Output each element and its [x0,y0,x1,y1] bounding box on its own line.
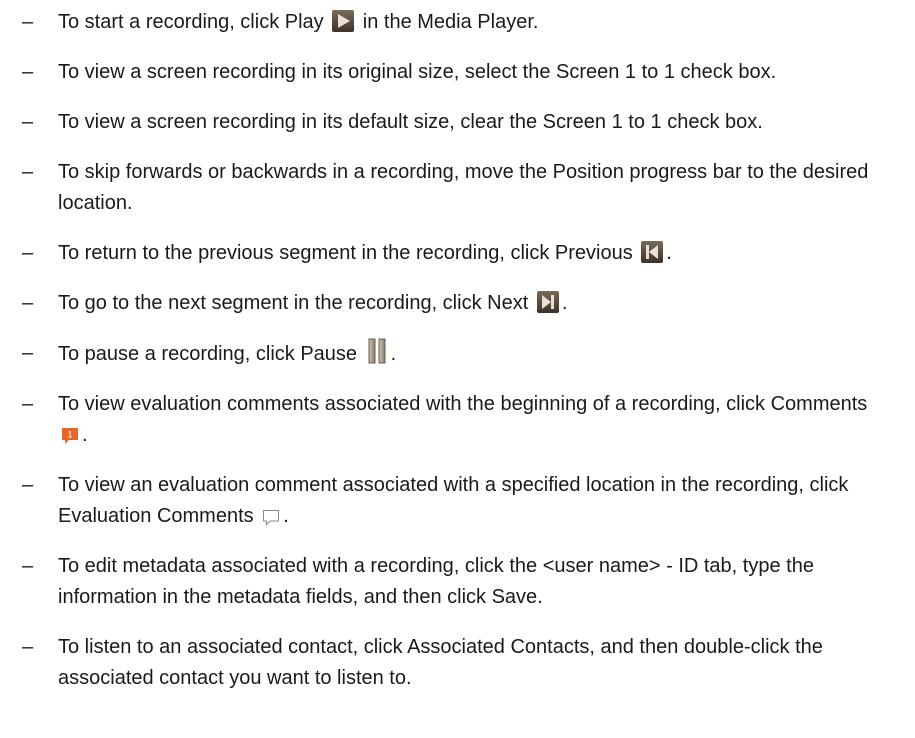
item-text-after: . [666,242,672,264]
list-bullet: – [22,242,34,264]
list-bullet: – [22,474,34,496]
list-item: – To listen to an associated contact, cl… [0,632,915,694]
item-text-before: To view evaluation comments associated w… [58,393,868,415]
list-item: – To go to the next segment in the recor… [0,288,915,319]
list-item: – To return to the previous segment in t… [0,238,915,269]
item-text-before: To start a recording, click Play [58,11,330,33]
item-text: To edit metadata associated with a recor… [58,555,814,608]
item-text-before: To go to the next segment in the recordi… [58,292,534,314]
list-item: – To view a screen recording in its defa… [0,107,915,138]
list-bullet: – [22,111,34,133]
item-text-after: . [561,292,568,314]
comments-icon: 1 [61,427,79,445]
list-bullet: – [22,292,34,314]
list-bullet: – [22,636,34,658]
list-item: – To view a screen recording in its orig… [0,57,915,88]
next-icon [536,291,559,313]
list-item: – To edit metadata associated with a rec… [0,551,915,613]
item-text-after: in the Media Player. [357,11,539,33]
list-bullet: – [22,342,34,364]
list-item: – To skip forwards or backwards in a rec… [0,157,915,219]
list-bullet: – [22,11,34,33]
list-bullet: – [22,61,34,83]
list-bullet: – [22,161,34,183]
list-bullet: – [22,555,34,577]
comments-badge-count: 1 [67,430,72,440]
item-text: To skip forwards or backwards in a recor… [58,161,869,214]
evaluation-comments-icon [262,508,280,526]
list-item: – To view evaluation comments associated… [0,389,915,451]
item-text-after: . [82,424,88,446]
item-text-before: To view an evaluation comment associated… [58,474,849,527]
item-text-before: To return to the previous segment in the… [58,242,639,264]
item-text-after: . [390,343,397,365]
play-icon [332,10,355,32]
item-text: To view a screen recording in its origin… [58,61,777,83]
item-text-before: To pause a recording, click Pause [58,343,363,365]
item-text: To view a screen recording in its defaul… [58,111,763,133]
list-item: – To view an evaluation comment associat… [0,470,915,532]
item-text: To listen to an associated contact, clic… [58,636,823,689]
list-item: – To start a recording, click Play in th… [0,7,915,38]
previous-icon [641,241,664,263]
list-bullet: – [22,393,34,415]
item-text-after: . [283,505,289,527]
instruction-list: – To start a recording, click Play in th… [0,7,915,694]
list-item: – To pause a recording, click Pause . [0,338,915,370]
pause-icon [366,338,388,364]
